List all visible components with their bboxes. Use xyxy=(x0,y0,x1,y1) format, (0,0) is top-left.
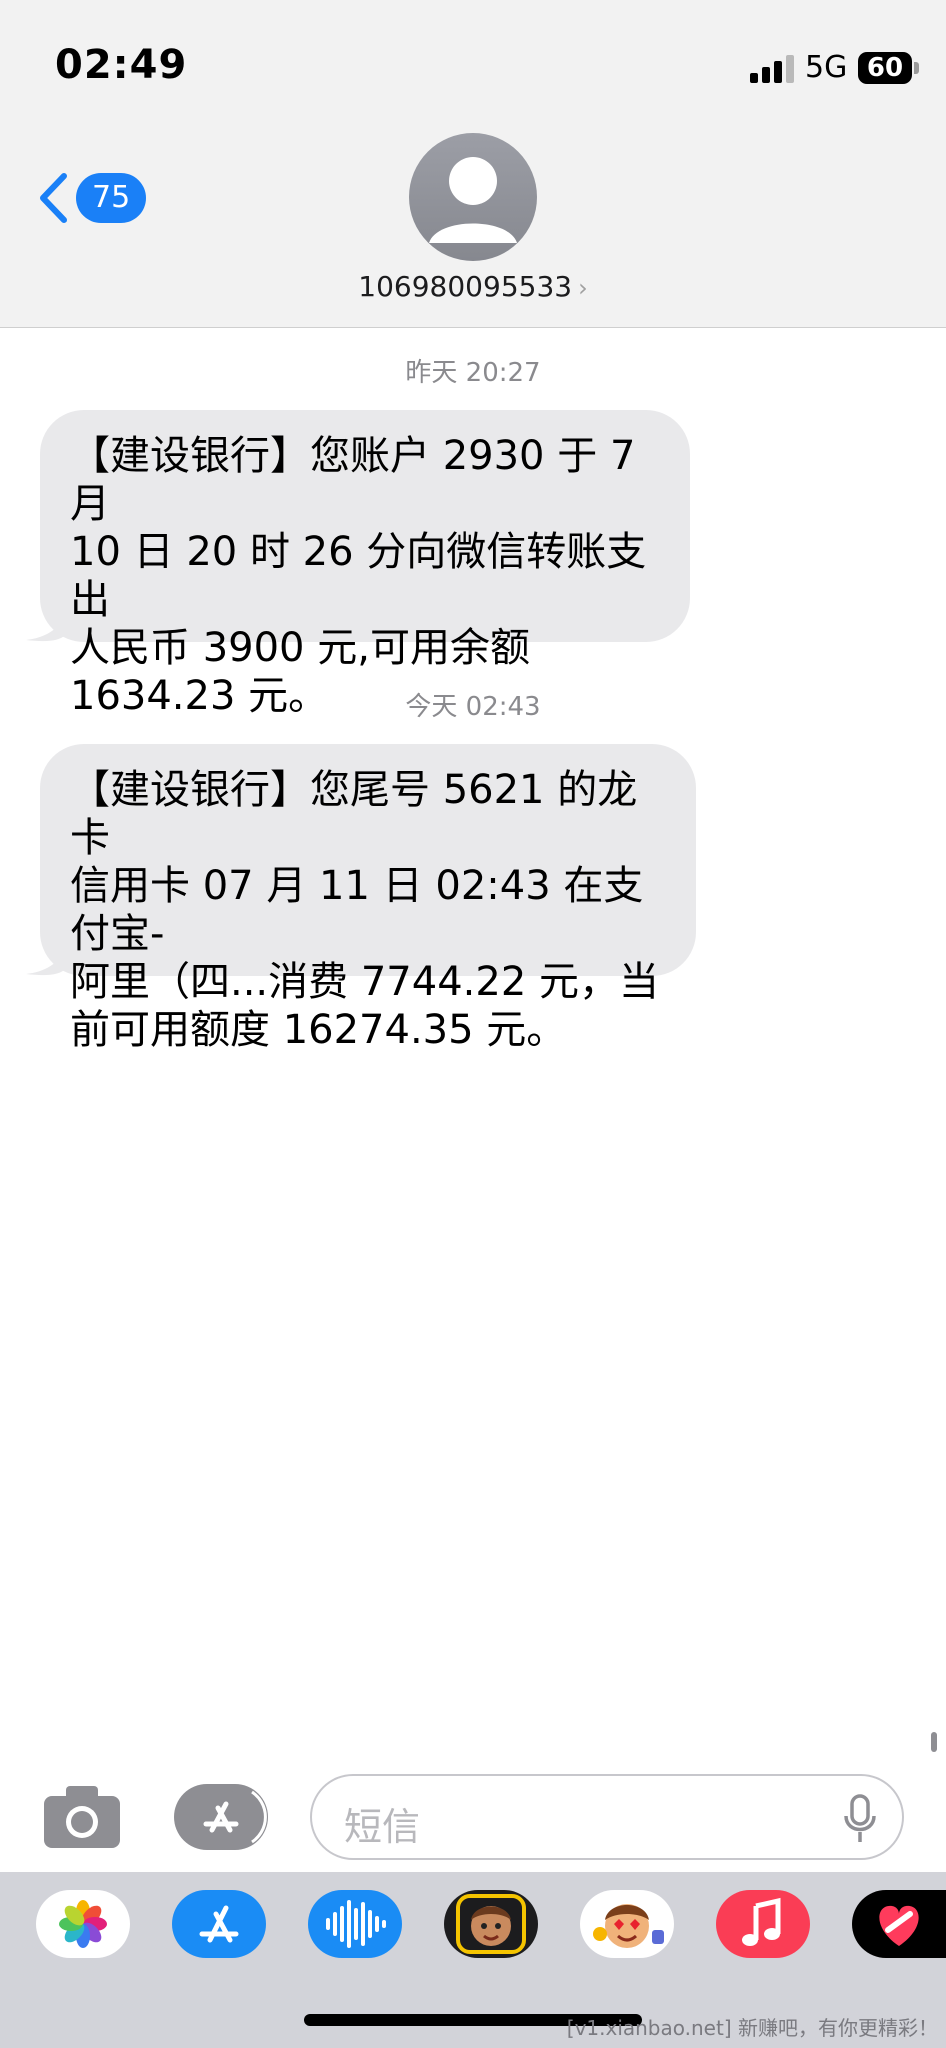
message-line: 阿里（四...消费 7744.22 元，当 xyxy=(70,959,659,1005)
message-line: 【建设银行】您尾号 5621 的龙卡 xyxy=(70,767,638,861)
app-store-icon xyxy=(193,1789,267,1845)
chevron-right-icon: › xyxy=(578,274,588,302)
music-app-icon[interactable] xyxy=(716,1890,810,1958)
audio-message-app-icon[interactable] xyxy=(308,1890,402,1958)
message-input-placeholder: 短信 xyxy=(344,1805,421,1849)
chevron-left-icon xyxy=(40,173,67,223)
compose-bar: 短信 xyxy=(0,1762,946,1872)
photos-app-icon[interactable] xyxy=(36,1890,130,1958)
contact-number[interactable]: 106980095533 xyxy=(358,270,572,303)
memoji-app-icon[interactable] xyxy=(444,1890,538,1958)
message-line: 前可用额度 16274.35 元。 xyxy=(70,1007,567,1053)
microphone-icon[interactable] xyxy=(842,1794,878,1844)
message-input[interactable]: 短信 xyxy=(310,1774,904,1860)
message-timestamp: 今天 02:43 xyxy=(405,692,541,722)
message-timestamp: 昨天 20:27 xyxy=(405,358,541,388)
message-line: 10 日 20 时 26 分向微信转账支出 xyxy=(70,529,647,623)
battery-icon: 60 xyxy=(858,52,912,84)
person-icon xyxy=(429,157,517,243)
digital-touch-app-icon[interactable] xyxy=(852,1890,946,1958)
memoji-stickers-app-icon[interactable] xyxy=(580,1890,674,1958)
message-line: 【建设银行】您账户 2930 于 7 月 xyxy=(70,433,636,527)
signal-icon xyxy=(750,55,794,83)
scrollbar[interactable] xyxy=(931,1732,937,1752)
message-line: 信用卡 07 月 11 日 02:43 在支付宝- xyxy=(70,863,644,957)
watermark-text: [v1.xianbao.net] 新赚吧，有你更精彩！ xyxy=(566,2016,938,2040)
message-line: 人民币 3900 元,可用余额 xyxy=(70,625,530,671)
status-time: 02:49 xyxy=(55,42,188,88)
unread-count-badge: 75 xyxy=(76,173,147,223)
contact-name[interactable]: 106980095533 › xyxy=(0,270,946,303)
conversation-header: 02:49 5G 60 75 106980095533 › xyxy=(0,0,946,328)
message-bubble[interactable]: 【建设银行】您尾号 5621 的龙卡 信用卡 07 月 11 日 02:43 在… xyxy=(40,744,696,1053)
network-type: 5G xyxy=(805,50,848,85)
battery-tip xyxy=(914,62,919,74)
camera-icon[interactable] xyxy=(42,1784,122,1850)
back-button[interactable]: 75 xyxy=(38,170,148,226)
message-bubble[interactable]: 【建设银行】您账户 2930 于 7 月 10 日 20 时 26 分向微信转账… xyxy=(40,410,690,719)
contact-avatar[interactable] xyxy=(409,133,537,261)
app-store-app-icon[interactable] xyxy=(172,1890,266,1958)
app-store-button[interactable] xyxy=(174,1784,268,1850)
